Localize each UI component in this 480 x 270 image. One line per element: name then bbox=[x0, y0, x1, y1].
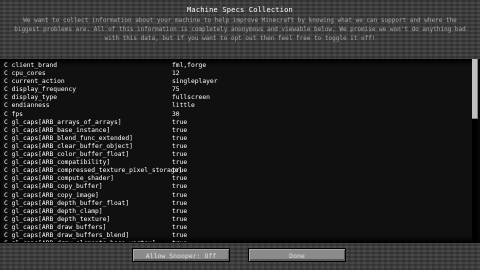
spec-key: C gl_caps[ARB_blend_func_extended] bbox=[4, 134, 133, 142]
spec-value: 30 bbox=[172, 110, 180, 118]
specs-rows: C client_brand fml,forge C cpu_cores 12 C cu… bbox=[4, 62, 474, 242]
spec-key: C display_frequency bbox=[4, 86, 77, 94]
spec-value: 12 bbox=[172, 70, 180, 78]
spec-value: true bbox=[172, 175, 188, 183]
spec-value: true bbox=[172, 199, 188, 207]
spec-row: C gl_caps[ARB_arrays_of_arrays] true bbox=[4, 119, 474, 127]
spec-key: C gl_caps[ARB_color_buffer_float] bbox=[4, 151, 130, 159]
spec-value: true bbox=[172, 159, 188, 167]
spec-key: C gl_caps[ARB_draw_buffers_blend] bbox=[4, 231, 130, 239]
spec-value: fullscreen bbox=[172, 94, 210, 102]
spec-key: C gl_caps[ARB_clear_buffer_object] bbox=[4, 142, 133, 150]
spec-key: C gl_caps[ARB_copy_image] bbox=[4, 191, 99, 199]
spec-row: C gl_caps[ARB_draw_elements_base_vertex]… bbox=[4, 240, 474, 242]
spec-row: C gl_caps[ARB_base_instance] true bbox=[4, 127, 474, 135]
spec-row: C gl_caps[ARB_blend_func_extended] true bbox=[4, 135, 474, 143]
spec-row: C gl_caps[ARB_compatibility] true bbox=[4, 159, 474, 167]
spec-value: 75 bbox=[172, 86, 180, 94]
spec-row: C gl_caps[ARB_depth_clamp] true bbox=[4, 208, 474, 216]
spec-row: C cpu_cores 12 bbox=[4, 70, 474, 78]
spec-key: C fps bbox=[4, 110, 23, 118]
done-button[interactable]: Done bbox=[248, 248, 346, 262]
spec-row: C display_frequency 75 bbox=[4, 86, 474, 94]
spec-row: C client_brand fml,forge bbox=[4, 62, 474, 70]
spec-row: C gl_caps[ARB_draw_buffers] true bbox=[4, 224, 474, 232]
spec-row: C gl_caps[ARB_compressed_texture_pixel_s… bbox=[4, 167, 474, 175]
spec-row: C gl_caps[ARB_draw_buffers_blend]true bbox=[4, 232, 474, 240]
screen-description: We want to collect information about you… bbox=[14, 17, 466, 42]
spec-row: C endianness little bbox=[4, 102, 474, 110]
spec-key: C gl_caps[ARB_compressed_texture_pixel_s… bbox=[4, 167, 183, 175]
spec-value: true bbox=[172, 207, 188, 215]
spec-value: true bbox=[172, 191, 188, 199]
spec-row: C current_action singleplayer bbox=[4, 78, 474, 86]
spec-value: fml,forge bbox=[172, 62, 207, 69]
spec-row: C gl_caps[ARB_color_buffer_float] true bbox=[4, 151, 474, 159]
spec-row: C gl_caps[ARB_copy_image] true bbox=[4, 192, 474, 200]
spec-value: true bbox=[172, 223, 188, 231]
specs-scrollbar[interactable] bbox=[472, 59, 478, 241]
spec-row: C gl_caps[ARB_clear_buffer_object] true bbox=[4, 143, 474, 151]
spec-key: C gl_caps[ARB_copy_buffer] bbox=[4, 183, 103, 191]
spec-key: C gl_caps[ARB_depth_clamp] bbox=[4, 207, 103, 215]
spec-value: true bbox=[172, 142, 188, 150]
spec-row: C gl_caps[ARB_compute_shader] true bbox=[4, 175, 474, 183]
spec-key: C gl_caps[ARB_draw_buffers] bbox=[4, 223, 107, 231]
specs-list[interactable]: C client_brand fml,forge C cpu_cores 12 C cu… bbox=[0, 59, 480, 243]
spec-value: true bbox=[172, 151, 188, 159]
spec-row: C display_type fullscreen bbox=[4, 94, 474, 102]
allow-snooper-toggle-button[interactable]: Allow Snooper: Off bbox=[132, 248, 230, 262]
spec-key: C gl_caps[ARB_compute_shader] bbox=[4, 175, 114, 183]
spec-key: C endianness bbox=[4, 102, 50, 110]
scrollbar-thumb[interactable] bbox=[472, 59, 478, 119]
spec-row: C gl_caps[ARB_copy_buffer] true bbox=[4, 183, 474, 191]
spec-value: true bbox=[172, 240, 187, 242]
spec-key: C gl_caps[ARB_arrays_of_arrays] bbox=[4, 118, 122, 126]
spec-value: little bbox=[172, 102, 195, 110]
spec-value: true bbox=[172, 183, 188, 191]
spec-value: true bbox=[172, 167, 188, 175]
spec-key: C display_type bbox=[4, 94, 58, 102]
spec-key: C cpu_cores bbox=[4, 70, 46, 78]
spec-row: C fps 30 bbox=[4, 111, 474, 119]
spec-row: C gl_caps[ARB_depth_buffer_float] true bbox=[4, 200, 474, 208]
spec-key: C gl_caps[ARB_compatibility] bbox=[4, 159, 111, 167]
spec-row: C gl_caps[ARB_depth_texture] true bbox=[4, 216, 474, 224]
spec-key: C gl_caps[ARB_depth_buffer_float] bbox=[4, 199, 130, 207]
spec-value: true bbox=[172, 134, 188, 142]
spec-key: C client_brand bbox=[4, 62, 58, 69]
spec-value: true bbox=[172, 231, 188, 239]
spec-value: true bbox=[172, 215, 188, 223]
spec-key: C current_action bbox=[4, 78, 65, 86]
screen-title: Machine Specs Collection bbox=[187, 6, 293, 14]
spec-key: C gl_caps[ARB_draw_elements_base_vertex] bbox=[4, 240, 156, 242]
spec-value: true bbox=[172, 118, 188, 126]
spec-key: C gl_caps[ARB_base_instance] bbox=[4, 126, 111, 134]
spec-value: singleplayer bbox=[172, 78, 218, 86]
spec-value: true bbox=[172, 126, 188, 134]
spec-key: C gl_caps[ARB_depth_texture] bbox=[4, 215, 111, 223]
